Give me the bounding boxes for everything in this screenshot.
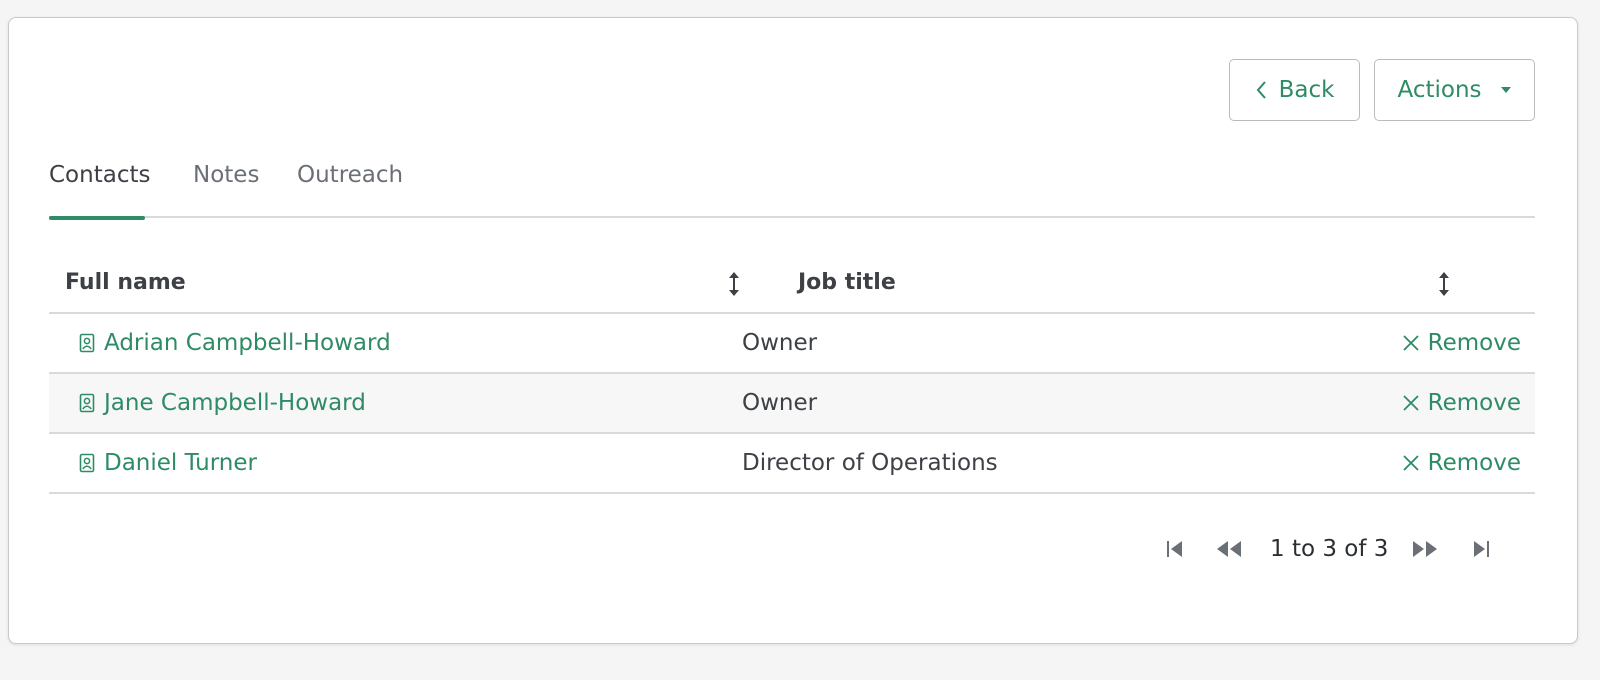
contact-card-icon [79,393,95,413]
contact-name-link[interactable]: Daniel Turner [79,434,257,492]
last-page-icon[interactable] [1470,531,1492,567]
close-icon [1402,394,1420,412]
tab-outreach[interactable]: Outreach [297,158,403,218]
pagination-status: 1 to 3 of 3 [1270,536,1389,562]
contact-card-icon [79,333,95,353]
remove-label: Remove [1427,330,1521,356]
job-title-cell: Owner [742,390,818,416]
pagination: 1 to 3 of 3 [1164,531,1504,567]
contact-name: Daniel Turner [104,450,257,476]
close-icon [1402,454,1420,472]
chevron-left-icon [1255,80,1267,100]
actions-button-label: Actions [1397,77,1482,103]
actions-dropdown-button[interactable]: Actions [1374,59,1535,121]
table-row: Daniel Turner Director of Operations Rem… [49,434,1535,494]
table-row: Adrian Campbell-Howard Owner Remove [49,314,1535,374]
sort-icon[interactable] [1436,271,1452,297]
job-title-cell: Owner [742,330,818,356]
job-title-cell: Director of Operations [742,450,998,476]
contact-name-link[interactable]: Adrian Campbell-Howard [79,314,391,372]
caret-down-icon [1500,86,1512,94]
remove-button[interactable]: Remove [1402,374,1521,432]
sort-icon[interactable] [726,271,742,297]
contact-name: Adrian Campbell-Howard [104,330,391,356]
tab-notes[interactable]: Notes [193,158,259,218]
table-header: Full name Job title [49,251,1535,314]
next-page-icon[interactable] [1410,531,1440,567]
remove-label: Remove [1427,450,1521,476]
column-header-full-name[interactable]: Full name [65,251,186,314]
tab-bar: Contacts Notes Outreach [49,158,1535,220]
remove-label: Remove [1427,390,1521,416]
tab-contacts[interactable]: Contacts [49,158,150,220]
contact-name: Jane Campbell-Howard [104,390,366,416]
remove-button[interactable]: Remove [1402,434,1521,492]
first-page-icon[interactable] [1164,531,1186,567]
back-button-label: Back [1278,77,1335,103]
previous-page-icon[interactable] [1214,531,1244,567]
close-icon [1402,334,1420,352]
remove-button[interactable]: Remove [1402,314,1521,372]
contact-name-link[interactable]: Jane Campbell-Howard [79,374,366,432]
contacts-panel: Back Actions Contacts Notes Outreach Ful… [8,17,1578,644]
contacts-table: Full name Job title Adrian Campbell-Howa… [49,251,1535,494]
contact-card-icon [79,453,95,473]
back-button[interactable]: Back [1229,59,1360,121]
table-row: Jane Campbell-Howard Owner Remove [49,374,1535,434]
column-header-job-title[interactable]: Job title [798,251,896,314]
